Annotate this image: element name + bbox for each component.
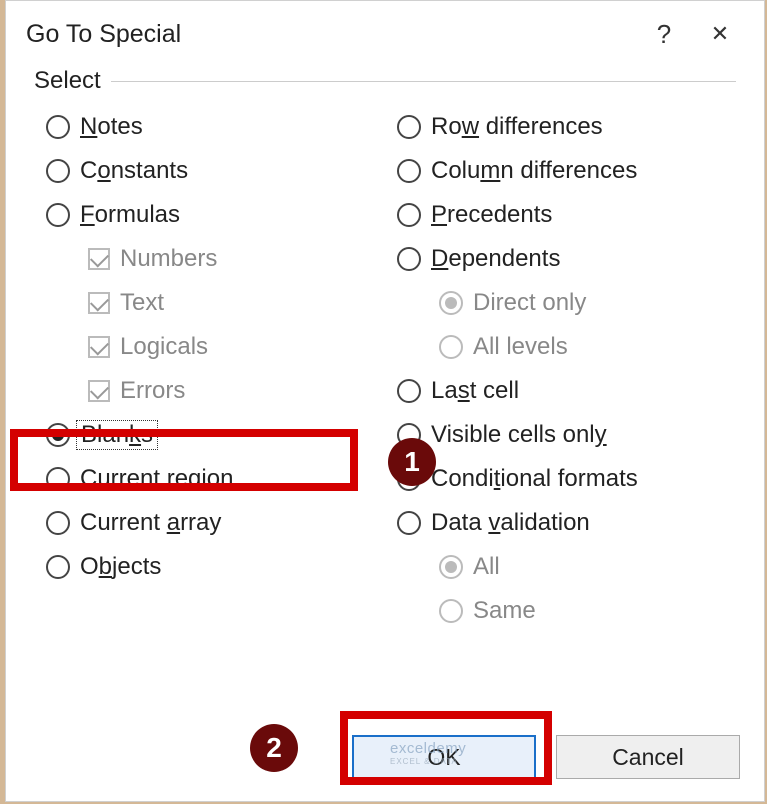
radio-icon — [397, 423, 421, 447]
checkbox-icon — [88, 292, 110, 314]
button-row: OK Cancel — [6, 717, 764, 801]
radio-icon — [397, 467, 421, 491]
checkbox-icon — [88, 336, 110, 358]
radio-icon — [46, 555, 70, 579]
option-current-region[interactable]: Current region — [34, 457, 385, 501]
radio-icon — [397, 159, 421, 183]
option-precedents[interactable]: Precedents — [385, 193, 736, 237]
option-current-array[interactable]: Current array — [34, 501, 385, 545]
radio-icon — [397, 247, 421, 271]
option-dependents[interactable]: Dependents — [385, 237, 736, 281]
close-button[interactable]: ✕ — [692, 13, 748, 55]
option-text: Text — [34, 281, 385, 325]
option-errors: Errors — [34, 369, 385, 413]
right-column: Row differences Column differences Prece… — [385, 105, 736, 633]
dialog-content: Select Notes Constants Formulas — [6, 63, 764, 643]
titlebar: Go To Special ? ✕ — [6, 1, 764, 63]
radio-icon — [46, 467, 70, 491]
radio-icon — [439, 291, 463, 315]
option-logicals: Logicals — [34, 325, 385, 369]
radio-icon — [46, 159, 70, 183]
option-blanks[interactable]: Blanks — [34, 413, 385, 457]
option-last-cell[interactable]: Last cell — [385, 369, 736, 413]
go-to-special-dialog: Go To Special ? ✕ Select Notes Constants — [5, 0, 765, 802]
radio-icon — [439, 599, 463, 623]
option-constants[interactable]: Constants — [34, 149, 385, 193]
radio-icon — [397, 511, 421, 535]
checkbox-icon — [88, 380, 110, 402]
radio-icon — [439, 335, 463, 359]
option-numbers: Numbers — [34, 237, 385, 281]
option-all: All — [385, 545, 736, 589]
radio-icon — [46, 423, 70, 447]
radio-icon — [46, 203, 70, 227]
option-direct-only: Direct only — [385, 281, 736, 325]
help-button[interactable]: ? — [636, 13, 692, 55]
select-label: Select — [34, 67, 101, 95]
radio-icon — [46, 511, 70, 535]
option-formulas[interactable]: Formulas — [34, 193, 385, 237]
divider — [111, 81, 736, 82]
option-notes[interactable]: Notes — [34, 105, 385, 149]
checkbox-icon — [88, 248, 110, 270]
ok-button[interactable]: OK — [352, 735, 536, 779]
left-column: Notes Constants Formulas Numbers Text — [34, 105, 385, 633]
radio-icon — [397, 203, 421, 227]
option-all-levels: All levels — [385, 325, 736, 369]
radio-icon — [439, 555, 463, 579]
option-objects[interactable]: Objects — [34, 545, 385, 589]
radio-icon — [46, 115, 70, 139]
option-column-differences[interactable]: Column differences — [385, 149, 736, 193]
option-conditional-formats[interactable]: Conditional formats — [385, 457, 736, 501]
option-row-differences[interactable]: Row differences — [385, 105, 736, 149]
fieldset-header: Select — [34, 67, 736, 95]
radio-icon — [397, 115, 421, 139]
option-visible-cells[interactable]: Visible cells only — [385, 413, 736, 457]
option-same: Same — [385, 589, 736, 633]
radio-icon — [397, 379, 421, 403]
cancel-button[interactable]: Cancel — [556, 735, 740, 779]
option-data-validation[interactable]: Data validation — [385, 501, 736, 545]
dialog-title: Go To Special — [26, 20, 636, 49]
